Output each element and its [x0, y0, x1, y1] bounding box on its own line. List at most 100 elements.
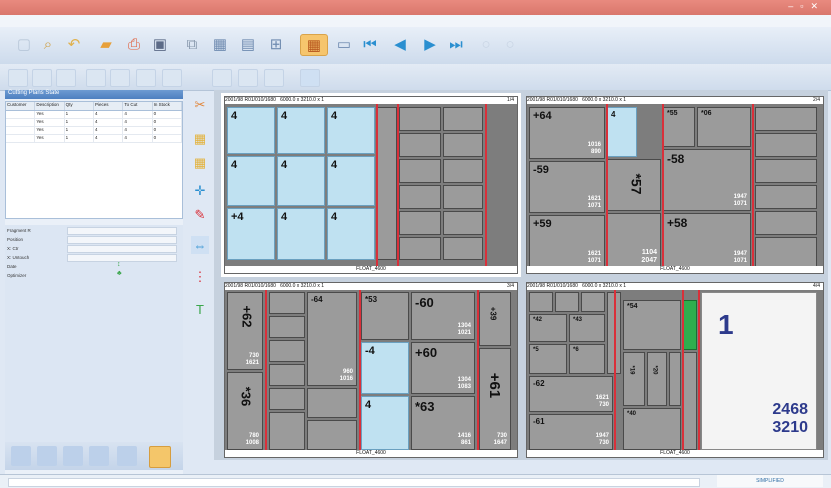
piece[interactable]: *55 — [663, 107, 695, 147]
piece[interactable]: 4 — [277, 156, 325, 206]
piece[interactable]: *63 1416 861 — [411, 396, 475, 450]
piece[interactable]: -60 1304 1021 — [411, 292, 475, 340]
table-row[interactable]: Yes 1 4 4 0 — [6, 119, 182, 127]
small-piece[interactable] — [443, 185, 483, 209]
small-piece[interactable] — [443, 133, 483, 157]
strip-piece[interactable] — [683, 352, 697, 450]
small-piece[interactable] — [399, 133, 441, 157]
piece[interactable]: 4 — [277, 107, 325, 154]
tool-button-7[interactable] — [162, 69, 182, 87]
table-row[interactable]: Yes 1 4 4 0 — [6, 127, 182, 135]
piece[interactable]: +64 1016 890 — [529, 107, 605, 159]
small-piece[interactable] — [399, 211, 441, 235]
last-page-icon[interactable]: ⏭ — [446, 34, 466, 54]
small-piece[interactable] — [529, 292, 553, 312]
menu-nest-options[interactable] — [40, 16, 48, 20]
green-piece[interactable] — [683, 300, 697, 350]
piece[interactable]: +39 — [479, 292, 511, 346]
piece[interactable]: +59 1621 1071 — [529, 215, 605, 268]
column-header[interactable]: Customer — [6, 102, 36, 110]
small-piece[interactable] — [269, 340, 305, 362]
small-piece[interactable] — [443, 237, 483, 260]
small-piece[interactable] — [755, 133, 817, 157]
plate-1[interactable]: 2001/98 R01/010/1680 6000.0 x 3210.0 x 1… — [221, 93, 521, 277]
piece[interactable]: -58 1947 1071 — [663, 149, 751, 211]
piece[interactable]: *54 — [623, 300, 681, 350]
piece[interactable]: 4 — [227, 107, 275, 154]
plate-2[interactable]: 2001/98 R01/010/1680 6000.0 x 3210.0 x 1… — [526, 96, 824, 274]
piece[interactable]: +60 1304 1083 — [411, 342, 475, 394]
text-icon[interactable]: T — [191, 300, 209, 318]
piece[interactable]: -64 960 1016 — [307, 292, 357, 386]
tile-icon[interactable]: ▦ — [191, 130, 209, 148]
table-row[interactable]: Yes 1 4 4 0 — [6, 111, 182, 119]
save-icon[interactable]: ▣ — [150, 34, 170, 54]
piece[interactable]: 1104 2047 — [607, 213, 661, 268]
move-icon[interactable]: ✛ — [191, 182, 209, 200]
small-piece[interactable] — [269, 316, 305, 338]
previous-page-icon[interactable]: ◀ — [390, 34, 410, 54]
small-piece[interactable] — [443, 107, 483, 131]
print-icon[interactable]: ⎙ — [124, 34, 144, 54]
small-piece[interactable] — [755, 237, 817, 268]
small-piece[interactable] — [269, 388, 305, 410]
small-piece[interactable] — [755, 185, 817, 209]
column-header[interactable]: To Cut — [123, 102, 153, 110]
table-row[interactable]: Yes 1 4 4 0 — [6, 135, 182, 143]
piece[interactable]: 4 — [361, 396, 409, 450]
property-field[interactable] — [67, 245, 177, 253]
piece[interactable]: *5 — [529, 344, 567, 374]
open-icon[interactable]: ⌕ — [38, 34, 58, 54]
column-header[interactable]: Qty — [65, 102, 94, 110]
undo-icon[interactable]: ↶ — [64, 34, 84, 54]
small-piece[interactable] — [755, 107, 817, 131]
menu-file[interactable] — [0, 16, 8, 20]
piece[interactable]: 4 — [327, 156, 375, 206]
small-piece[interactable] — [399, 107, 441, 131]
cut-line-icon[interactable]: ⋮ — [191, 268, 209, 286]
column-header[interactable]: Description — [35, 102, 65, 110]
property-field[interactable] — [67, 254, 177, 262]
zoom-out-icon[interactable]: ○ — [500, 34, 520, 54]
small-piece[interactable] — [307, 420, 357, 450]
piece[interactable]: *06 — [697, 107, 751, 147]
piece[interactable]: -4 — [361, 342, 409, 394]
piece[interactable]: 4 — [327, 208, 375, 260]
small-piece[interactable] — [581, 292, 605, 312]
tree-icon[interactable] — [37, 446, 57, 466]
small-piece[interactable] — [443, 211, 483, 235]
small-piece[interactable] — [755, 159, 817, 183]
tool-button-6[interactable] — [136, 69, 156, 87]
copy-icon[interactable]: ⧉ — [182, 34, 202, 54]
piece[interactable]: 4 — [327, 107, 375, 154]
new-icon[interactable]: ▢ — [14, 34, 34, 54]
piece[interactable]: *6 — [569, 344, 605, 374]
piece[interactable]: 4 — [607, 107, 637, 157]
small-piece[interactable] — [755, 211, 817, 235]
grid-icon[interactable]: ▦ — [210, 34, 230, 54]
menu-plans[interactable] — [30, 16, 38, 20]
piece[interactable]: -59 1621 1071 — [529, 161, 605, 213]
strip-piece[interactable] — [669, 352, 681, 406]
piece[interactable]: *42 — [529, 314, 567, 342]
tool-button-10[interactable] — [264, 69, 284, 87]
piece[interactable]: +4 — [227, 208, 275, 260]
fit-icon[interactable]: ⇔ — [191, 236, 209, 254]
menu-help[interactable] — [50, 16, 58, 20]
selected-piece[interactable]: 1 2468 3210 — [701, 292, 817, 450]
piece[interactable]: *36 780 1008 — [227, 372, 263, 450]
column-header[interactable]: Pieces — [94, 102, 124, 110]
plate-4[interactable]: 2001/98 R01/010/1680 6000.0 x 3210.0 x 1… — [526, 282, 824, 458]
refresh-icon[interactable] — [117, 446, 137, 466]
piece[interactable]: +58 1947 1071 — [663, 213, 751, 268]
piece[interactable]: *20 — [647, 352, 667, 406]
small-piece[interactable] — [399, 237, 441, 260]
plate-3[interactable]: 2001/98 R01/010/1680 6000.0 x 3210.0 x 1… — [224, 282, 518, 458]
edit-icon[interactable] — [89, 446, 109, 466]
pencil-icon[interactable]: ✎ — [191, 206, 209, 224]
piece[interactable]: *19 — [623, 352, 645, 406]
piece[interactable]: -62 1621 730 — [529, 376, 613, 412]
property-field[interactable] — [67, 227, 177, 235]
menu-nests[interactable] — [20, 16, 28, 20]
next-page-icon[interactable]: ▶ — [420, 34, 440, 54]
